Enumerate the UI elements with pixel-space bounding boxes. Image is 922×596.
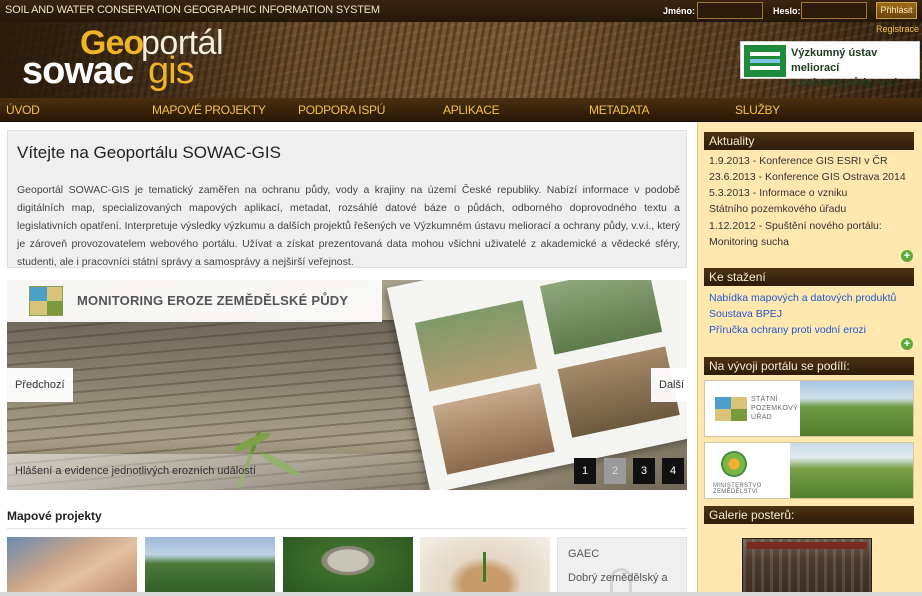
news-item[interactable]: 5.3.2013 - Informace o vzniku Státního p…: [709, 185, 889, 217]
project-tile-3[interactable]: [283, 537, 413, 596]
username-input[interactable]: [697, 2, 763, 19]
slider-page-2[interactable]: 2: [604, 458, 626, 484]
project-tile-1[interactable]: [7, 537, 137, 596]
slider-page-3[interactable]: 3: [633, 458, 655, 484]
logo-sowac[interactable]: sowac: [22, 50, 134, 93]
gallery-heading: Galerie posterů:: [704, 506, 914, 524]
slider-next-button[interactable]: Další: [651, 368, 687, 402]
image-slider[interactable]: MONITORING EROZE ZEMĚDĚLSKÉ PŮDY Předcho…: [7, 280, 687, 490]
partners-heading: Na vývoji portálu se podílí:: [704, 357, 914, 375]
poster-gallery-image[interactable]: [742, 538, 872, 596]
monitoring-logo-icon: [29, 286, 63, 316]
partner2-text: MINISTERSTVO ZEMĚDĚLSTVÍ: [713, 483, 762, 495]
welcome-text: Geoportál SOWAC-GIS je tematický zaměřen…: [17, 184, 680, 268]
nav-item-metadata[interactable]: METADATA: [589, 103, 650, 117]
gaec-title: GAEC: [568, 548, 600, 560]
nav-item-mapove-projekty[interactable]: MAPOVÉ PROJEKTY: [152, 103, 266, 117]
institute-name-line2: a ochrany půdy, v.v.i.: [791, 77, 901, 89]
partner-mze-logo[interactable]: MINISTERSTVO ZEMĚDĚLSTVÍ: [704, 442, 914, 499]
nav-item-sluzby[interactable]: SLUŽBY: [735, 103, 780, 117]
project-tile-gaec[interactable]: GAEC Dobrý zemědělský a: [557, 537, 687, 596]
register-link[interactable]: Registrace: [876, 24, 919, 34]
slider-page-1[interactable]: 1: [574, 458, 596, 484]
news-item[interactable]: 23.6.2013 - Konference GIS Ostrava 2014: [709, 169, 909, 185]
username-label: Jméno:: [663, 6, 696, 16]
news-item[interactable]: 1.9.2013 - Konference GIS ESRI v ČR: [709, 153, 909, 169]
password-label: Heslo:: [773, 6, 801, 16]
login-button[interactable]: Přihlásit: [876, 2, 917, 19]
news-heading: Aktuality: [704, 132, 914, 150]
vumop-logo-icon: [744, 45, 786, 77]
slide-banner-title: MONITORING EROZE ZEMĚDĚLSKÉ PŮDY: [77, 293, 349, 308]
nav-item-aplikace[interactable]: APLIKACE: [443, 103, 500, 117]
slide-banner: MONITORING EROZE ZEMĚDĚLSKÉ PŮDY: [7, 280, 382, 322]
institute-logo[interactable]: Výzkumný ústav meliorací a ochrany půdy,…: [740, 41, 920, 89]
header-banner: Geo portál sowac gis Výzkumný ústav meli…: [0, 22, 922, 98]
gaec-subtitle: Dobrý zemědělský a: [568, 572, 668, 584]
slide-caption: Hlášení a evidence jednotlivých erozních…: [7, 454, 427, 490]
partner1-text: STÁTNÍ POZEMKOVÝ ÚŘAD: [751, 396, 799, 421]
slider-page-4[interactable]: 4: [662, 458, 684, 484]
top-bar: SOIL AND WATER CONSERVATION GEOGRAPHIC I…: [0, 0, 922, 22]
partner-spu-logo[interactable]: STÁTNÍ POZEMKOVÝ ÚŘAD: [704, 380, 914, 437]
password-input[interactable]: [801, 2, 867, 19]
welcome-box: Vítejte na Geoportálu SOWAC-GIS Geoportá…: [7, 130, 687, 268]
project-tile-2[interactable]: [145, 537, 275, 596]
sprout-icon: [483, 552, 486, 582]
download-link[interactable]: Příručka ochrany proti vodní erozi: [709, 322, 866, 338]
main-nav: ÚVOD MAPOVÉ PROJEKTY PODPORA ISPÚ APLIKA…: [0, 98, 922, 122]
nav-item-uvod[interactable]: ÚVOD: [6, 103, 40, 117]
more-news-icon[interactable]: +: [901, 250, 913, 262]
right-sidebar: Aktuality 1.9.2013 - Konference GIS ESRI…: [697, 122, 922, 596]
slide-caption-text: Hlášení a evidence jednotlivých erozních…: [15, 465, 256, 477]
more-downloads-icon[interactable]: +: [901, 338, 913, 350]
institute-name-line1: Výzkumný ústav meliorací: [791, 47, 878, 74]
main-content: Vítejte na Geoportálu SOWAC-GIS Geoportá…: [0, 122, 697, 596]
system-title: SOIL AND WATER CONSERVATION GEOGRAPHIC I…: [5, 4, 380, 16]
download-link[interactable]: Nabídka mapových a datových produktů: [709, 290, 896, 306]
nav-item-podpora-ispu[interactable]: PODPORA ISPÚ: [298, 103, 385, 117]
logo-gis[interactable]: gis: [148, 50, 195, 93]
project-tile-4[interactable]: [420, 537, 550, 596]
spu-logo-icon: [715, 397, 747, 421]
download-link[interactable]: Soustava BPEJ: [709, 306, 782, 322]
downloads-heading: Ke stažení: [704, 268, 914, 286]
slider-prev-button[interactable]: Předchozí: [7, 368, 73, 402]
news-item[interactable]: 1.12.2012 - Spuštění nového portálu: Mon…: [709, 218, 914, 250]
tree-logo-icon: [721, 451, 747, 477]
welcome-title: Vítejte na Geoportálu SOWAC-GIS: [17, 143, 281, 162]
map-projects-heading: Mapové projekty: [7, 509, 687, 529]
